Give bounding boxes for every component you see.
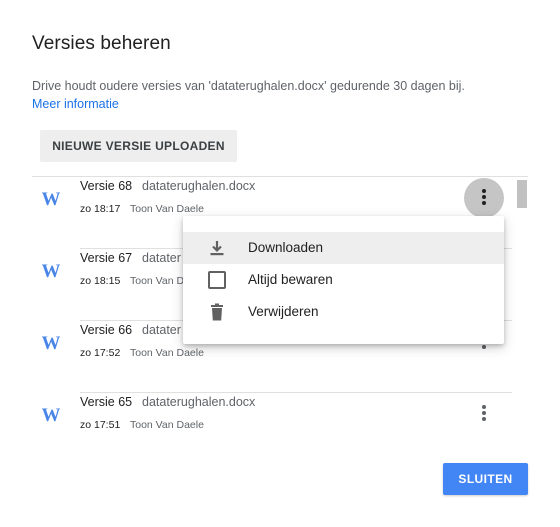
menu-item-download[interactable]: Downloaden: [183, 232, 504, 264]
version-context-menu: Downloaden Altijd bewaren Verwijderen: [183, 216, 504, 344]
menu-item-keep-forever[interactable]: Altijd bewaren: [183, 264, 504, 296]
download-icon: [210, 241, 224, 256]
word-doc-icon: W: [42, 333, 60, 353]
version-author: Toon Van Daele: [130, 347, 204, 359]
dialog-description: Drive houdt oudere versies van 'datateru…: [32, 79, 465, 93]
word-doc-icon: W: [42, 261, 60, 281]
version-time: zo 17:52: [80, 347, 121, 359]
more-options-button[interactable]: [464, 394, 504, 434]
version-time: zo 18:17: [80, 203, 121, 215]
version-label: Versie 68: [80, 179, 133, 193]
version-row[interactable]: W Versie 65 dataterughalen.docx zo 17:51…: [32, 393, 514, 445]
word-doc-icon: W: [42, 189, 60, 209]
svg-text:W: W: [42, 405, 60, 425]
menu-item-label: Altijd bewaren: [248, 272, 333, 287]
checkbox-icon[interactable]: [207, 270, 227, 290]
trash-icon: [211, 303, 223, 321]
more-options-button[interactable]: [464, 178, 504, 218]
menu-item-label: Verwijderen: [248, 304, 319, 319]
svg-text:W: W: [42, 333, 60, 353]
version-author: Toon Van Daele: [130, 419, 204, 431]
word-doc-icon: W: [42, 405, 60, 425]
version-filename: dataterughalen.docx: [142, 395, 256, 409]
version-filename: dataterughalen.docx: [142, 179, 256, 193]
version-label: Versie 67: [80, 251, 133, 265]
version-time: zo 17:51: [80, 419, 121, 431]
more-vert-icon: [482, 405, 486, 421]
version-time: zo 18:15: [80, 275, 121, 287]
version-label: Versie 66: [80, 323, 133, 337]
version-label: Versie 65: [80, 395, 133, 409]
more-info-link[interactable]: Meer informatie: [32, 97, 119, 111]
upload-new-version-button[interactable]: NIEUWE VERSIE UPLOADEN: [40, 130, 237, 162]
version-filename: datater: [142, 323, 181, 337]
svg-text:W: W: [42, 189, 60, 209]
version-filename: datater: [142, 251, 181, 265]
menu-item-delete[interactable]: Verwijderen: [183, 296, 504, 328]
version-author: Toon Van Daele: [130, 203, 204, 215]
more-vert-icon: [482, 189, 486, 205]
close-button[interactable]: SLUITEN: [443, 463, 528, 495]
scrollbar-thumb[interactable]: [517, 180, 527, 208]
manage-versions-dialog: Versies beheren Drive houdt oudere versi…: [0, 0, 560, 527]
menu-item-label: Downloaden: [248, 240, 324, 255]
svg-text:W: W: [42, 261, 60, 281]
dialog-title: Versies beheren: [32, 33, 171, 54]
